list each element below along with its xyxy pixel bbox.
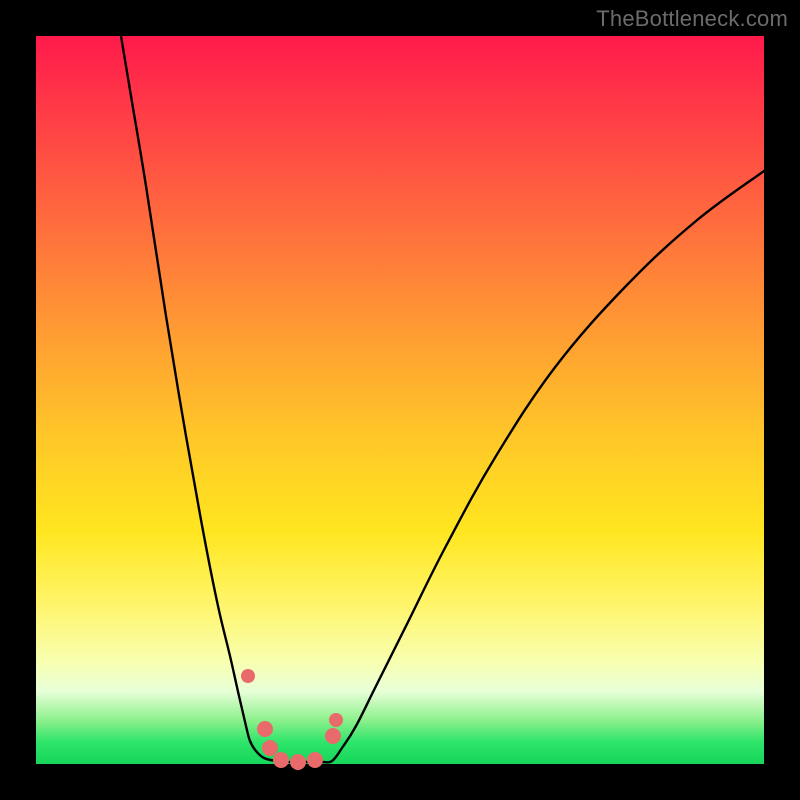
highlight-dot — [290, 754, 306, 770]
highlight-dot — [262, 740, 278, 756]
curve-svg — [36, 36, 764, 764]
highlight-dot — [257, 721, 273, 737]
bottleneck-curve — [121, 36, 764, 762]
highlight-dot — [241, 669, 255, 683]
highlight-dot — [325, 728, 341, 744]
highlight-dots — [241, 669, 343, 770]
plot-area — [36, 36, 764, 764]
highlight-dot — [273, 752, 289, 768]
highlight-dot — [307, 752, 323, 768]
highlight-dot — [329, 713, 343, 727]
watermark-text: TheBottleneck.com — [596, 6, 788, 32]
chart-frame: TheBottleneck.com — [0, 0, 800, 800]
